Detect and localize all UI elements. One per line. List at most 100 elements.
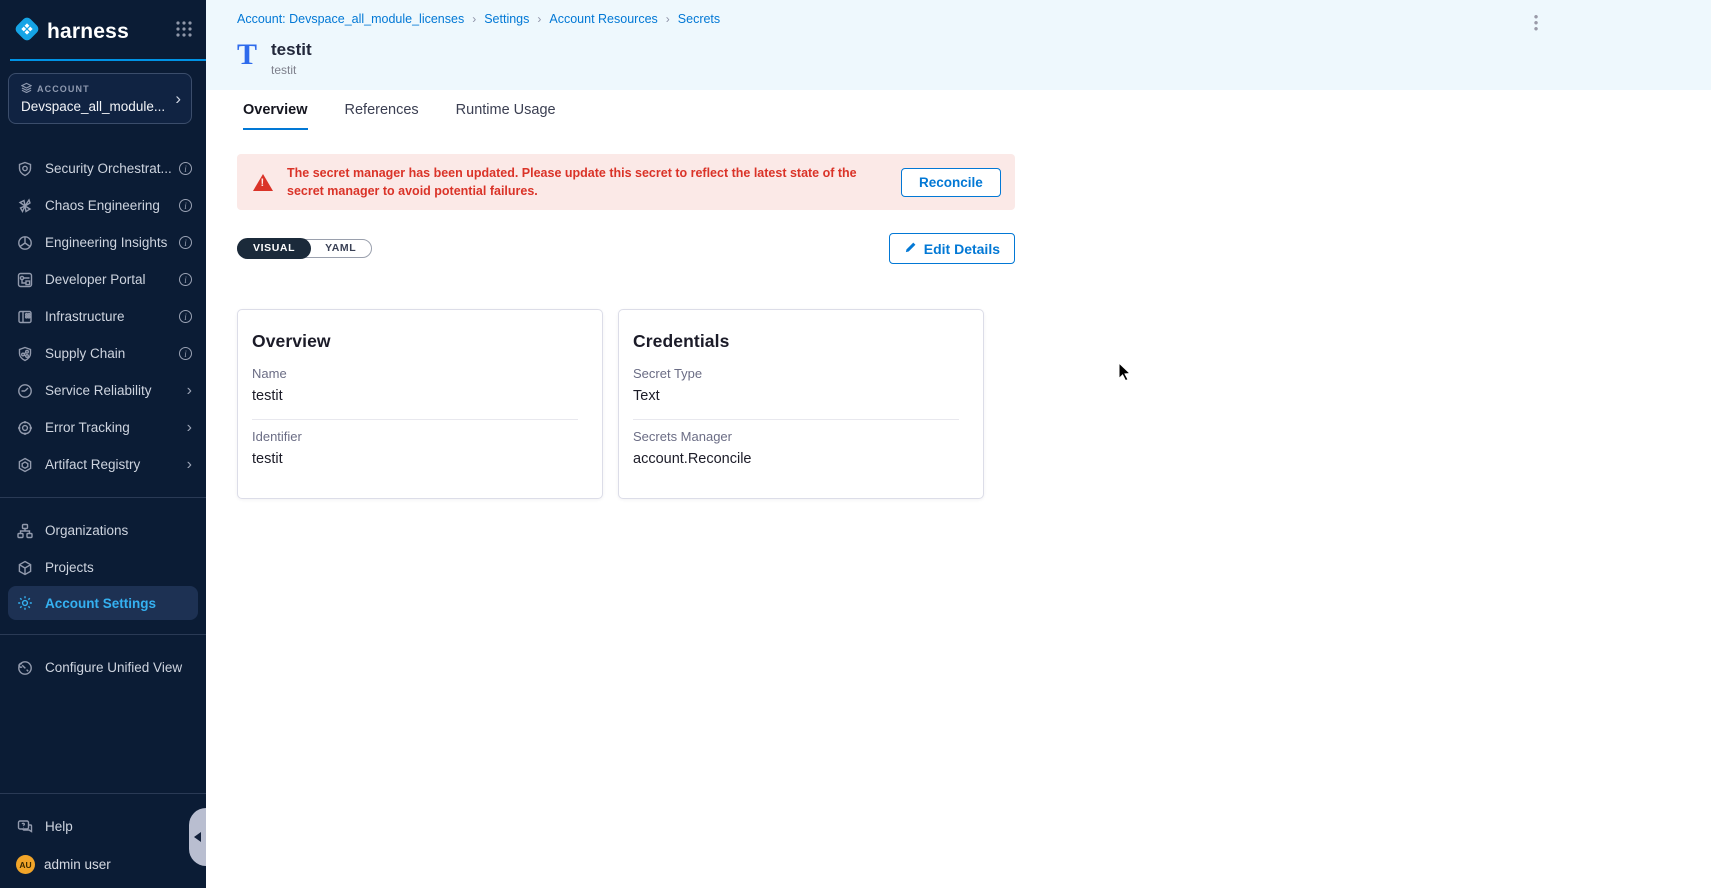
pencil-icon (904, 241, 917, 257)
sidebar-divider (0, 793, 206, 794)
kebab-menu-icon[interactable]: ••• (1529, 14, 1543, 32)
sidebar-footer: Help AU admin user (0, 779, 206, 888)
sidebar-item-label: Configure Unified View (45, 660, 192, 675)
sidebar-item-account-settings[interactable]: Account Settings (8, 586, 198, 620)
breadcrumb-separator: › (472, 12, 476, 26)
sidebar-item-label: Artifact Registry (45, 457, 187, 472)
user-menu[interactable]: AU admin user (0, 845, 206, 888)
field-divider (252, 419, 578, 420)
info-icon[interactable]: i (179, 162, 192, 175)
sidebar-item-service-reliability[interactable]: Service Reliability › (0, 372, 206, 409)
sidebar-accent-rule (10, 59, 206, 61)
page-title: testit (271, 40, 312, 60)
sidebar-item-label: Account Settings (45, 596, 190, 611)
sidebar-item-error-tracking[interactable]: Error Tracking › (0, 409, 206, 446)
sidebar-item-label: Supply Chain (45, 346, 179, 361)
sidebar-item-organizations[interactable]: Organizations (0, 512, 206, 549)
page-title-block: T testit testit (237, 40, 1691, 77)
chevron-right-icon: › (187, 457, 192, 473)
warning-icon (253, 174, 273, 191)
field-divider (633, 419, 959, 420)
supply-chain-icon (16, 345, 33, 362)
sidebar-item-artifact-registry[interactable]: Artifact Registry › (0, 446, 206, 483)
module-grid-icon[interactable] (176, 21, 192, 42)
projects-icon (16, 559, 33, 576)
infrastructure-icon (16, 308, 33, 325)
credentials-card-title: Credentials (633, 331, 959, 352)
tab-overview[interactable]: Overview (243, 102, 308, 130)
reconcile-button[interactable]: Reconcile (901, 168, 1001, 197)
error-tracking-icon (16, 419, 33, 436)
sidebar: harness ACCOUNT Devspace_all_module... › (0, 0, 206, 888)
chevron-right-icon: › (187, 420, 192, 436)
sidebar-item-label: Developer Portal (45, 272, 179, 287)
field-value-name: testit (252, 388, 578, 404)
sidebar-item-label: Organizations (45, 523, 192, 538)
info-icon[interactable]: i (179, 310, 192, 323)
sidebar-item-label: Error Tracking (45, 420, 187, 435)
field-label-identifier: Identifier (252, 429, 578, 444)
field-label-name: Name (252, 366, 578, 381)
tab-runtime-usage[interactable]: Runtime Usage (456, 102, 556, 130)
app-window: harness ACCOUNT Devspace_all_module... › (0, 0, 1711, 888)
breadcrumb-settings-link[interactable]: Settings (484, 12, 529, 26)
sidebar-item-chaos-engineering[interactable]: Chaos Engineering i (0, 187, 206, 224)
sidebar-item-label: Engineering Insights (45, 235, 179, 250)
sidebar-item-label: Infrastructure (45, 309, 179, 324)
brand-name: harness (47, 20, 129, 44)
toggle-visual[interactable]: VISUAL (237, 238, 311, 259)
service-reliability-icon (16, 382, 33, 399)
edit-details-button[interactable]: Edit Details (889, 233, 1015, 264)
sidebar-item-security-orchestration[interactable]: Security Orchestrat... i (0, 150, 206, 187)
field-value-secrets-manager: account.Reconcile (633, 451, 959, 467)
warning-message: The secret manager has been updated. Ple… (287, 164, 887, 200)
chevron-left-icon (194, 832, 201, 842)
sidebar-item-help[interactable]: Help (0, 808, 206, 845)
field-label-secret-type: Secret Type (633, 366, 959, 381)
gear-icon (16, 595, 33, 612)
overview-card-title: Overview (252, 331, 578, 352)
info-icon[interactable]: i (179, 347, 192, 360)
credentials-card: Credentials Secret Type Text Secrets Man… (618, 309, 984, 499)
sidebar-divider (0, 497, 206, 498)
warning-banner: The secret manager has been updated. Ple… (237, 154, 1015, 210)
info-icon[interactable]: i (179, 236, 192, 249)
tab-content: The secret manager has been updated. Ple… (206, 130, 1711, 888)
tab-bar: Overview References Runtime Usage (206, 90, 1711, 130)
info-icon[interactable]: i (179, 273, 192, 286)
secret-text-type-icon: T (237, 40, 257, 70)
sidebar-item-label: Security Orchestrat... (45, 161, 179, 176)
main-content: Account: Devspace_all_module_licenses › … (206, 0, 1711, 888)
detail-cards: Overview Name testit Identifier testit C… (237, 309, 1711, 499)
account-name: Devspace_all_module... (21, 99, 169, 114)
sidebar-item-engineering-insights[interactable]: Engineering Insights i (0, 224, 206, 261)
breadcrumb-account-resources-link[interactable]: Account Resources (549, 12, 657, 26)
wrench-icon (16, 659, 33, 676)
account-scope-icon (21, 82, 32, 95)
page-subtitle: testit (271, 63, 312, 77)
sidebar-item-label: Help (45, 819, 192, 834)
info-icon[interactable]: i (179, 199, 192, 212)
developer-portal-icon (16, 271, 33, 288)
security-orchestration-icon (16, 160, 33, 177)
sidebar-item-label: Projects (45, 560, 192, 575)
user-name: admin user (44, 857, 111, 872)
breadcrumb: Account: Devspace_all_module_licenses › … (237, 12, 1691, 26)
sidebar-item-configure-unified-view[interactable]: Configure Unified View (0, 649, 206, 686)
breadcrumb-secrets-link[interactable]: Secrets (678, 12, 720, 26)
harness-logo[interactable]: harness (14, 16, 129, 47)
breadcrumb-account-link[interactable]: Account: Devspace_all_module_licenses (237, 12, 464, 26)
sidebar-collapse-handle[interactable] (189, 808, 206, 866)
sidebar-item-label: Service Reliability (45, 383, 187, 398)
page-header: Account: Devspace_all_module_licenses › … (206, 0, 1711, 90)
sidebar-item-infrastructure[interactable]: Infrastructure i (0, 298, 206, 335)
sidebar-item-developer-portal[interactable]: Developer Portal i (0, 261, 206, 298)
sidebar-item-supply-chain[interactable]: Supply Chain i (0, 335, 206, 372)
account-selector[interactable]: ACCOUNT Devspace_all_module... › (8, 73, 192, 124)
sidebar-header: harness (0, 0, 206, 59)
tab-references[interactable]: References (345, 102, 419, 130)
sidebar-item-projects[interactable]: Projects (0, 549, 206, 586)
engineering-insights-icon (16, 234, 33, 251)
toggle-yaml[interactable]: YAML (310, 239, 371, 258)
field-label-secrets-manager: Secrets Manager (633, 429, 959, 444)
